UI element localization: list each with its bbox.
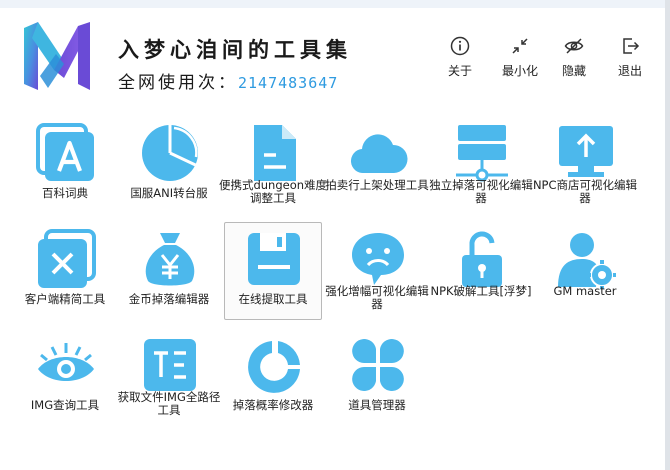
tool-auction-listing[interactable]: 拍卖行上架处理工具: [325, 116, 429, 214]
tool-label: NPC商店可视化编辑器: [532, 178, 638, 205]
eye-off-icon: [564, 38, 584, 54]
clover-icon: [348, 335, 408, 395]
tool-item-manager[interactable]: 道具管理器: [328, 328, 426, 426]
app-title: 入梦心洎间的工具集: [118, 37, 352, 62]
ring-chart-icon: [244, 335, 304, 395]
tool-label: 国服ANI转台服: [130, 186, 208, 200]
tool-label: 在线提取工具: [238, 292, 308, 306]
tool-npc-shop[interactable]: NPC商店可视化编辑器: [533, 116, 637, 214]
tool-drop-editor[interactable]: 独立掉落可视化编辑器: [429, 116, 533, 214]
tool-dungeon-difficulty[interactable]: 便携式dungeon难度调整工具: [219, 116, 327, 214]
dictionary-icon: [36, 123, 96, 183]
server-icon: [452, 123, 512, 183]
app-logo-icon: [18, 18, 96, 96]
minimize-button[interactable]: 最小化: [498, 36, 542, 86]
sad-face-icon: [348, 229, 408, 289]
tool-enhance-editor[interactable]: 强化增幅可视化编辑器: [325, 222, 429, 320]
monitor-upload-icon: [556, 123, 616, 183]
hide-label: 隐藏: [561, 64, 586, 78]
tool-label: 百科词典: [42, 186, 88, 200]
tool-npk-crack[interactable]: NPK破解工具[浮梦]: [430, 222, 532, 320]
tool-drop-rate[interactable]: 掉落概率修改器: [224, 328, 322, 426]
user-settings-icon: [556, 229, 616, 289]
minimize-icon: [512, 38, 528, 54]
pie-chart-icon: [140, 123, 200, 183]
cloud-icon: [348, 123, 408, 183]
about-label: 关于: [447, 64, 472, 78]
document-icon: [244, 123, 304, 183]
tool-label: 拍卖行上架处理工具: [325, 178, 429, 192]
info-icon: [450, 36, 470, 56]
tool-label: 便携式dungeon难度调整工具: [218, 178, 328, 205]
tool-label: IMG查询工具: [30, 398, 100, 412]
tool-label: 掉落概率修改器: [232, 398, 314, 412]
tool-label: 道具管理器: [348, 398, 406, 412]
about-button[interactable]: 关于: [438, 36, 482, 86]
tool-label: 金币掉落编辑器: [128, 292, 210, 306]
tool-online-extract[interactable]: 在线提取工具: [224, 222, 322, 320]
usage-label: 全网使用次：: [118, 73, 238, 93]
text-icon: [140, 335, 200, 395]
tool-label: 获取文件IMG全路径工具: [117, 390, 221, 417]
tool-label: GM master: [553, 284, 617, 298]
exit-icon: [623, 38, 640, 54]
save-icon: [244, 229, 304, 289]
usage-counter: 全网使用次：2147483647: [118, 68, 338, 93]
window-right-edge: [665, 0, 670, 470]
exit-button[interactable]: 退出: [608, 36, 652, 86]
exit-label: 退出: [617, 64, 642, 78]
tool-label: NPK破解工具[浮梦]: [430, 284, 532, 298]
tool-dictionary[interactable]: 百科词典: [16, 116, 114, 214]
close-box-icon: [36, 229, 96, 289]
usage-count: 2147483647: [238, 74, 339, 92]
tool-label: 客户端精简工具: [24, 292, 106, 306]
tool-img-query[interactable]: IMG查询工具: [16, 328, 114, 426]
tool-gm-master[interactable]: GM master: [536, 222, 634, 320]
minimize-label: 最小化: [501, 64, 538, 78]
header: 入梦心洎间的工具集 全网使用次：2147483647 关于 最小化 隐藏 退出: [0, 8, 665, 108]
window-top-edge: [0, 0, 670, 8]
tool-ani-convert[interactable]: 国服ANI转台服: [120, 116, 218, 214]
unlock-icon: [452, 229, 512, 289]
hide-button[interactable]: 隐藏: [552, 36, 596, 86]
money-bag-icon: [140, 229, 200, 289]
eye-icon: [36, 335, 96, 395]
tool-img-path[interactable]: 获取文件IMG全路径工具: [118, 328, 220, 426]
tool-client-slim[interactable]: 客户端精简工具: [16, 222, 114, 320]
tool-label: 强化增幅可视化编辑器: [325, 284, 429, 311]
tool-gold-drop[interactable]: 金币掉落编辑器: [120, 222, 218, 320]
app-window: 入梦心洎间的工具集 全网使用次：2147483647 关于 最小化 隐藏 退出 …: [0, 8, 665, 470]
tool-label: 独立掉落可视化编辑器: [429, 178, 533, 205]
